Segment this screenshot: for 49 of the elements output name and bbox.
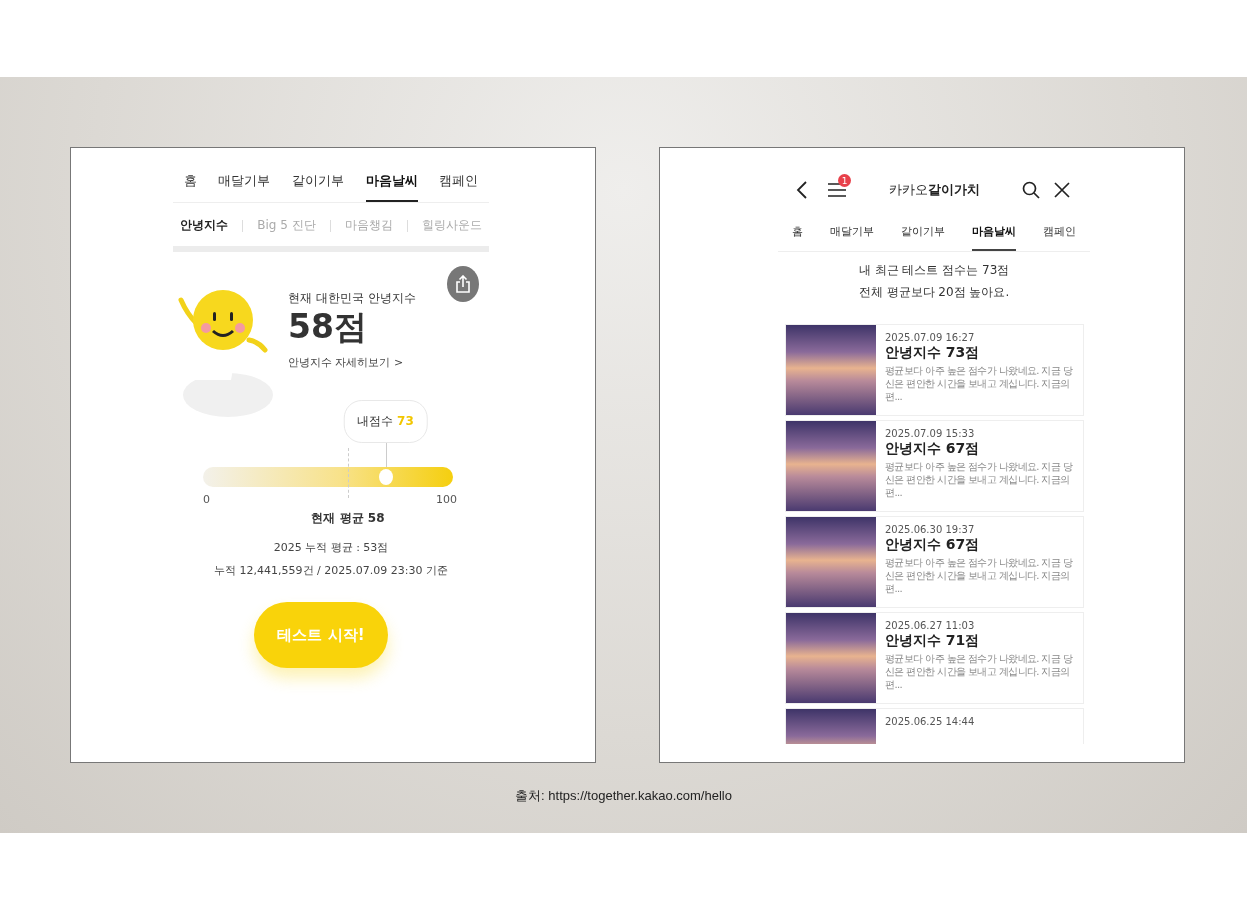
result-date: 2025.06.27 11:03	[885, 620, 976, 631]
result-card[interactable]: 2025.06.30 19:37 안녕지수 67점 평균보다 아주 높은 점수가 나왔네요. 지금 당신은 편안한 시간을 보내고 계십니다. 지금의 편...	[785, 516, 1084, 608]
result-card[interactable]: 2025.07.09 16:27 안녕지수 73점 평균보다 아주 높은 점수가 나왔네요. 지금 당신은 편안한 시간을 보내고 계십니다. 지금의 편...	[785, 324, 1084, 416]
nav-tab[interactable]: 캠페인	[439, 172, 479, 202]
nav-tab[interactable]: 마음날씨	[365, 172, 418, 202]
result-card[interactable]: 2025.06.25 14:44	[785, 708, 1084, 744]
average-label: 현재 평균 58	[311, 510, 385, 527]
summary-text: 내 최근 테스트 점수는 73점	[858, 262, 1010, 279]
nav-tab[interactable]: 같이기부	[900, 224, 945, 251]
sub-tab[interactable]: 안녕지수	[180, 217, 229, 234]
detail-link[interactable]: 안녕지수 자세히보기 >	[288, 354, 416, 370]
nav-tab[interactable]: 같이기부	[292, 172, 344, 202]
index-score: 58점	[288, 307, 368, 347]
result-date: 2025.07.09 16:27	[885, 332, 976, 343]
nav-tab[interactable]: 캠페인	[1043, 224, 1077, 251]
result-title: 안녕지수 67점	[885, 440, 981, 458]
app-title: 카카오같이가치	[887, 181, 981, 199]
result-date: 2025.07.09 15:33	[885, 428, 976, 439]
result-title: 안녕지수 71점	[885, 632, 981, 650]
share-icon	[455, 275, 471, 293]
my-score-bubble: 내점수 73	[343, 400, 428, 443]
result-description: 평균보다 아주 높은 점수가 나왔네요. 지금 당신은 편안한 시간을 보내고 계십니다. 지금의 편...	[885, 364, 1074, 403]
scale-min: 0	[203, 493, 210, 506]
scale-max: 100	[436, 493, 457, 506]
search-icon[interactable]	[1022, 181, 1040, 199]
nav-tab[interactable]: 매달기부	[829, 224, 874, 251]
result-title: 안녕지수 73점	[885, 344, 981, 362]
result-title: 안녕지수 67점	[885, 536, 981, 554]
close-icon[interactable]	[1054, 182, 1070, 198]
share-button[interactable]	[447, 266, 479, 302]
result-date: 2025.06.30 19:37	[885, 524, 976, 535]
back-icon[interactable]	[796, 181, 808, 199]
result-date: 2025.06.25 14:44	[885, 716, 975, 727]
summary-text: 전체 평균보다 20점 높아요.	[858, 284, 1010, 301]
notification-badge: 1	[838, 174, 851, 187]
result-description: 평균보다 아주 높은 점수가 나왔네요. 지금 당신은 편안한 시간을 보내고 계십니다. 지금의 편...	[885, 460, 1074, 499]
index-label: 현재 대한민국 안녕지수	[288, 290, 416, 307]
nav-tab[interactable]: 홈	[791, 224, 803, 251]
result-card[interactable]: 2025.06.27 11:03 안녕지수 71점 평균보다 아주 높은 점수가 나왔네요. 지금 당신은 편안한 시간을 보내고 계십니다. 지금의 편...	[785, 612, 1084, 704]
stats-text: 2025 누적 평균 : 53점	[273, 540, 389, 555]
nav-tab[interactable]: 매달기부	[218, 172, 271, 202]
source-caption: 출처: https://together.kakao.com/hello	[515, 787, 732, 805]
result-card[interactable]: 2025.07.09 15:33 안녕지수 67점 평균보다 아주 높은 점수가 나왔네요. 지금 당신은 편안한 시간을 보내고 계십니다. 지금의 편...	[785, 420, 1084, 512]
nav-tab[interactable]: 마음날씨	[972, 224, 1017, 251]
stats-text: 누적 12,441,559건 / 2025.07.09 23:30 기준	[214, 563, 448, 578]
menu-icon[interactable]	[828, 182, 846, 198]
nav-tab[interactable]: 홈	[183, 172, 197, 202]
result-description: 평균보다 아주 높은 점수가 나왔네요. 지금 당신은 편안한 시간을 보내고 계십니다. 지금의 편...	[885, 556, 1074, 595]
result-description: 평균보다 아주 높은 점수가 나왔네요. 지금 당신은 편안한 시간을 보내고 계십니다. 지금의 편...	[885, 652, 1074, 691]
